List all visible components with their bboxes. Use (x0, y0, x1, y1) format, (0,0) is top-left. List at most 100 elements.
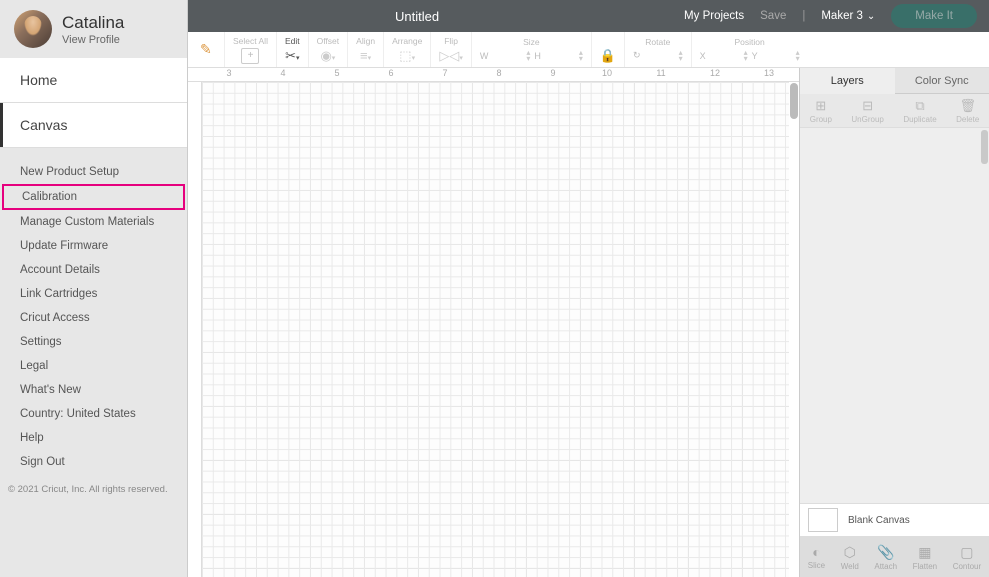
divider: | (802, 10, 805, 22)
tool-label: Rotate (645, 37, 670, 47)
action-slice[interactable]: ◐Slice (808, 544, 825, 570)
nav-calibration[interactable]: Calibration (2, 184, 185, 210)
rotate-input[interactable]: ↻▴▾ (633, 49, 683, 63)
tool-label: Size (523, 37, 540, 47)
scrollbar-thumb[interactable] (981, 130, 988, 164)
action-group[interactable]: ⊞Group (810, 98, 832, 124)
ruler-tick: 4 (256, 68, 310, 81)
action-flatten[interactable]: ▦Flatten (913, 544, 937, 571)
ruler-tick: 8 (472, 68, 526, 81)
group-icon: ⊞ (815, 98, 826, 114)
layers-list[interactable] (800, 128, 989, 503)
profile-section[interactable]: Catalina View Profile (0, 0, 187, 58)
ruler-tick: 9 (526, 68, 580, 81)
trash-icon: 🗑 (959, 98, 976, 114)
arrange-icon: ⬚▾ (399, 48, 415, 64)
scrollbar-thumb[interactable] (790, 83, 798, 119)
action-contour[interactable]: ▢Contour (953, 544, 981, 571)
tool-label: Edit (285, 36, 300, 46)
align-icon: ≡▾ (360, 48, 371, 63)
design-canvas[interactable] (202, 82, 789, 577)
pos-y-input[interactable]: Y▴▾ (752, 49, 800, 63)
view-profile-link[interactable]: View Profile (62, 34, 124, 46)
tool-arrange[interactable]: Arrange ⬚▾ (383, 32, 430, 67)
tool-select-all[interactable]: Select All + (224, 32, 276, 67)
ruler-tick: 12 (688, 68, 742, 81)
attach-icon: 📎 (877, 544, 894, 561)
avatar[interactable] (14, 10, 52, 48)
tab-color-sync[interactable]: Color Sync (895, 68, 989, 94)
nav-whats-new[interactable]: What's New (0, 378, 187, 402)
rotate-icon: ↻ (633, 50, 641, 61)
ruler-tick: 6 (364, 68, 418, 81)
make-it-button[interactable]: Make It (891, 4, 977, 28)
nav-link-cartridges[interactable]: Link Cartridges (0, 282, 187, 306)
action-ungroup[interactable]: ⊟UnGroup (851, 98, 883, 124)
nav-settings[interactable]: Settings (0, 330, 187, 354)
nav-primary: Home Canvas (0, 58, 187, 148)
tool-label: Flip (444, 36, 458, 46)
tool-align[interactable]: Align ≡▾ (347, 32, 383, 67)
blank-canvas-label: Blank Canvas (848, 515, 910, 526)
scissors-icon: ✂▾ (285, 48, 299, 64)
ruler-tick: 5 (310, 68, 364, 81)
chevron-down-icon: ⌄ (867, 11, 875, 22)
canvas-swatch[interactable] (808, 508, 838, 532)
ruler-tick: 13 (742, 68, 796, 81)
tool-label: Position (735, 37, 765, 47)
nav-help[interactable]: Help (0, 426, 187, 450)
action-weld[interactable]: ⬡Weld (841, 544, 859, 571)
canvas-body (188, 82, 799, 577)
ruler-tick: 7 (418, 68, 472, 81)
flatten-icon: ▦ (918, 544, 931, 561)
nav-cricut-access[interactable]: Cricut Access (0, 306, 187, 330)
plus-icon: + (241, 48, 259, 64)
canvas-column: 3 4 5 6 7 8 9 10 11 12 13 (188, 68, 799, 577)
action-duplicate[interactable]: ⧉Duplicate (903, 98, 936, 124)
blank-canvas-row[interactable]: Blank Canvas (800, 503, 989, 537)
right-panel: Layers Color Sync ⊞Group ⊟UnGroup ⧉Dupli… (799, 68, 989, 577)
size-h-input[interactable]: H▴▾ (534, 49, 583, 63)
machine-selector[interactable]: Maker 3 ⌄ (821, 10, 875, 22)
profile-name: Catalina (62, 13, 124, 33)
tool-edit[interactable]: Edit ✂▾ (276, 32, 308, 67)
tool-lock[interactable]: 🔒 (591, 32, 624, 67)
bottom-actions: ◐Slice ⬡Weld 📎Attach ▦Flatten ▢Contour (800, 537, 989, 577)
my-projects-link[interactable]: My Projects (684, 10, 744, 22)
action-attach[interactable]: 📎Attach (874, 544, 897, 571)
toolbar: ✎ Select All + Edit ✂▾ Offset ◉▾ Align ≡… (188, 32, 989, 68)
topbar: Untitled My Projects Save | Maker 3 ⌄ Ma… (188, 0, 989, 32)
nav-home[interactable]: Home (0, 58, 187, 102)
tool-offset[interactable]: Offset ◉▾ (308, 32, 348, 67)
tab-layers[interactable]: Layers (800, 68, 895, 94)
project-title[interactable]: Untitled (395, 9, 439, 24)
tool-size: Size W▴▾ H▴▾ (471, 32, 591, 67)
size-w-input[interactable]: W▴▾ (480, 49, 531, 63)
app-root: Catalina View Profile Home Canvas New Pr… (0, 0, 989, 577)
profile-text: Catalina View Profile (62, 13, 124, 46)
nav-secondary: New Product Setup Calibration Manage Cus… (0, 148, 187, 478)
contour-icon: ▢ (960, 544, 973, 561)
nav-canvas[interactable]: Canvas (0, 103, 187, 147)
nav-country[interactable]: Country: United States (0, 402, 187, 426)
machine-label: Maker 3 (821, 10, 863, 22)
layer-actions: ⊞Group ⊟UnGroup ⧉Duplicate 🗑Delete (800, 94, 989, 128)
nav-new-product-setup[interactable]: New Product Setup (0, 160, 187, 184)
nav-sign-out[interactable]: Sign Out (0, 450, 187, 474)
ruler-vertical (188, 82, 202, 577)
ruler-tick: 3 (202, 68, 256, 81)
vertical-scrollbar[interactable] (789, 82, 799, 577)
ruler-horizontal: 3 4 5 6 7 8 9 10 11 12 13 (188, 68, 799, 82)
panel-tabs: Layers Color Sync (800, 68, 989, 94)
pen-tool-icon[interactable]: ✎ (200, 41, 218, 58)
nav-update-firmware[interactable]: Update Firmware (0, 234, 187, 258)
nav-account-details[interactable]: Account Details (0, 258, 187, 282)
flip-icon: ▷◁▾ (439, 48, 463, 64)
nav-legal[interactable]: Legal (0, 354, 187, 378)
tool-flip[interactable]: Flip ▷◁▾ (430, 32, 471, 67)
pos-x-input[interactable]: X▴▾ (700, 49, 748, 63)
action-delete[interactable]: 🗑Delete (956, 98, 979, 124)
save-button[interactable]: Save (760, 10, 786, 22)
copyright: © 2021 Cricut, Inc. All rights reserved. (0, 478, 187, 501)
nav-manage-materials[interactable]: Manage Custom Materials (0, 210, 187, 234)
